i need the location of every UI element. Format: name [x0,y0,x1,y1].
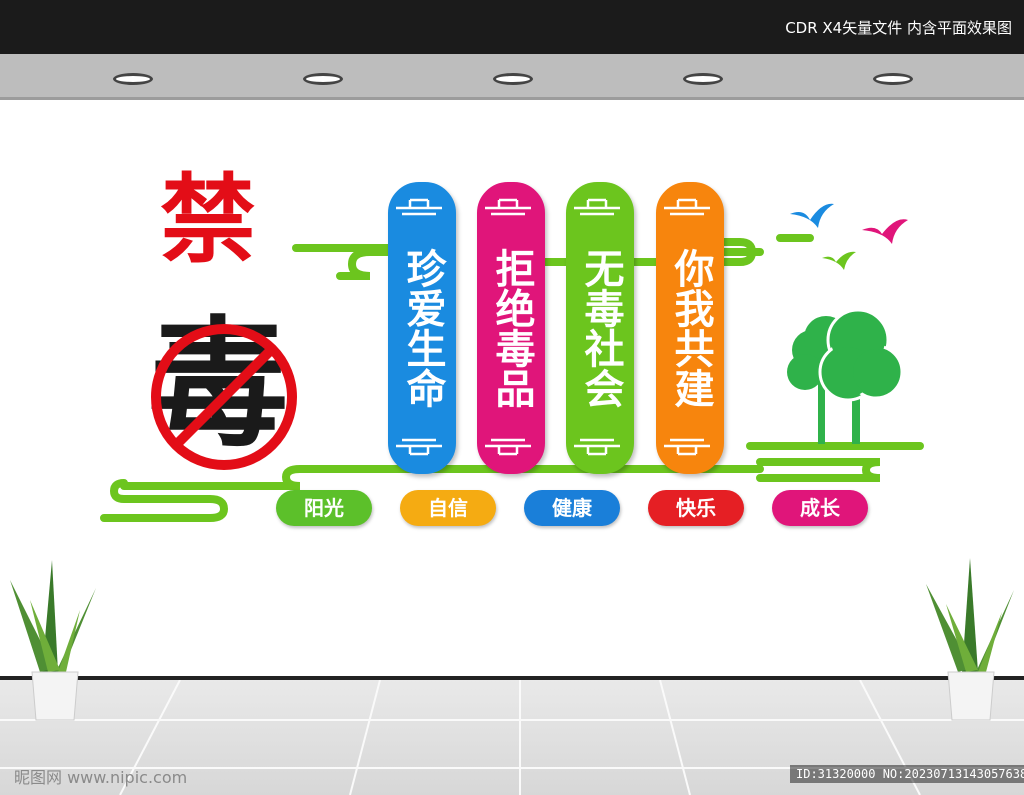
watermark-left: 昵图网 www.nipic.com [14,768,188,787]
plants [10,558,1014,721]
watermark-right: ID:31320000 NO:20230713143057638106 [790,765,1024,783]
plant-right-icon [926,558,1014,721]
plant-left-icon [10,560,96,721]
